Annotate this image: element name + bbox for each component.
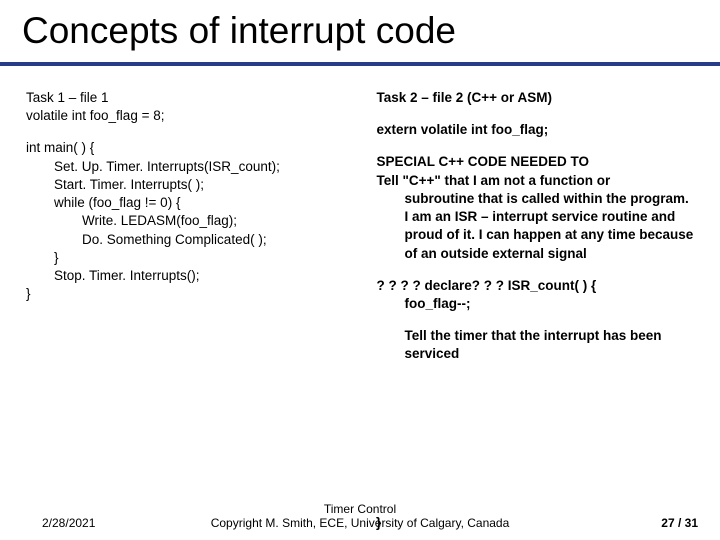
footer-center-line1: Timer Control [170,502,550,516]
tell-cont: subroutine that is called within the pro… [376,190,694,263]
volatile-decl: volatile int foo_flag = 8; [26,107,346,125]
left-column: Task 1 – file 1 volatile int foo_flag = … [22,84,346,378]
declare-block: ? ? ? ? declare? ? ? ISR_count( ) { foo_… [376,277,694,313]
extern-decl: extern volatile int foo_flag; [376,121,694,139]
content-columns: Task 1 – file 1 volatile int foo_flag = … [22,84,698,378]
main-open: int main( ) { [26,139,346,157]
right-column: Task 2 – file 2 (C++ or ASM) extern vola… [376,84,694,378]
task1-header-block: Task 1 – file 1 volatile int foo_flag = … [26,89,346,125]
footer-center: Timer Control Copyright M. Smith, ECE, U… [170,502,550,530]
title-underline [0,62,720,66]
tell-timer: Tell the timer that the interrupt has be… [376,327,694,363]
special-block: SPECIAL C++ CODE NEEDED TO Tell "C++" th… [376,153,694,262]
main-close: } [26,285,346,303]
task1-header: Task 1 – file 1 [26,89,346,107]
write-call: Write. LEDASM(foo_flag); [26,212,346,230]
footer-center-line2: Copyright M. Smith, ECE, University of C… [170,516,550,530]
slide-container: Concepts of interrupt code Task 1 – file… [0,0,720,540]
start-call: Start. Timer. Interrupts( ); [26,176,346,194]
while-close: } [26,249,346,267]
footer-page: 27 / 31 [661,516,698,530]
slide-title: Concepts of interrupt code [22,10,698,52]
foo-dec: foo_flag--; [376,295,694,313]
special-line: SPECIAL C++ CODE NEEDED TO [376,153,694,171]
tell-timer-block: Tell the timer that the interrupt has be… [376,327,694,363]
footer-date: 2/28/2021 [42,516,95,530]
main-block: int main( ) { Set. Up. Timer. Interrupts… [26,139,346,303]
tell-text: Tell "C++" that I am not a function or [376,173,610,188]
dosomething-call: Do. Something Complicated( ); [26,231,346,249]
while-open: while (foo_flag != 0) { [26,194,346,212]
declare-line: ? ? ? ? declare? ? ? ISR_count( ) { [376,277,694,295]
stop-call: Stop. Timer. Interrupts(); [26,267,346,285]
task2-header: Task 2 – file 2 (C++ or ASM) [376,89,694,107]
setup-call: Set. Up. Timer. Interrupts(ISR_count); [26,158,346,176]
